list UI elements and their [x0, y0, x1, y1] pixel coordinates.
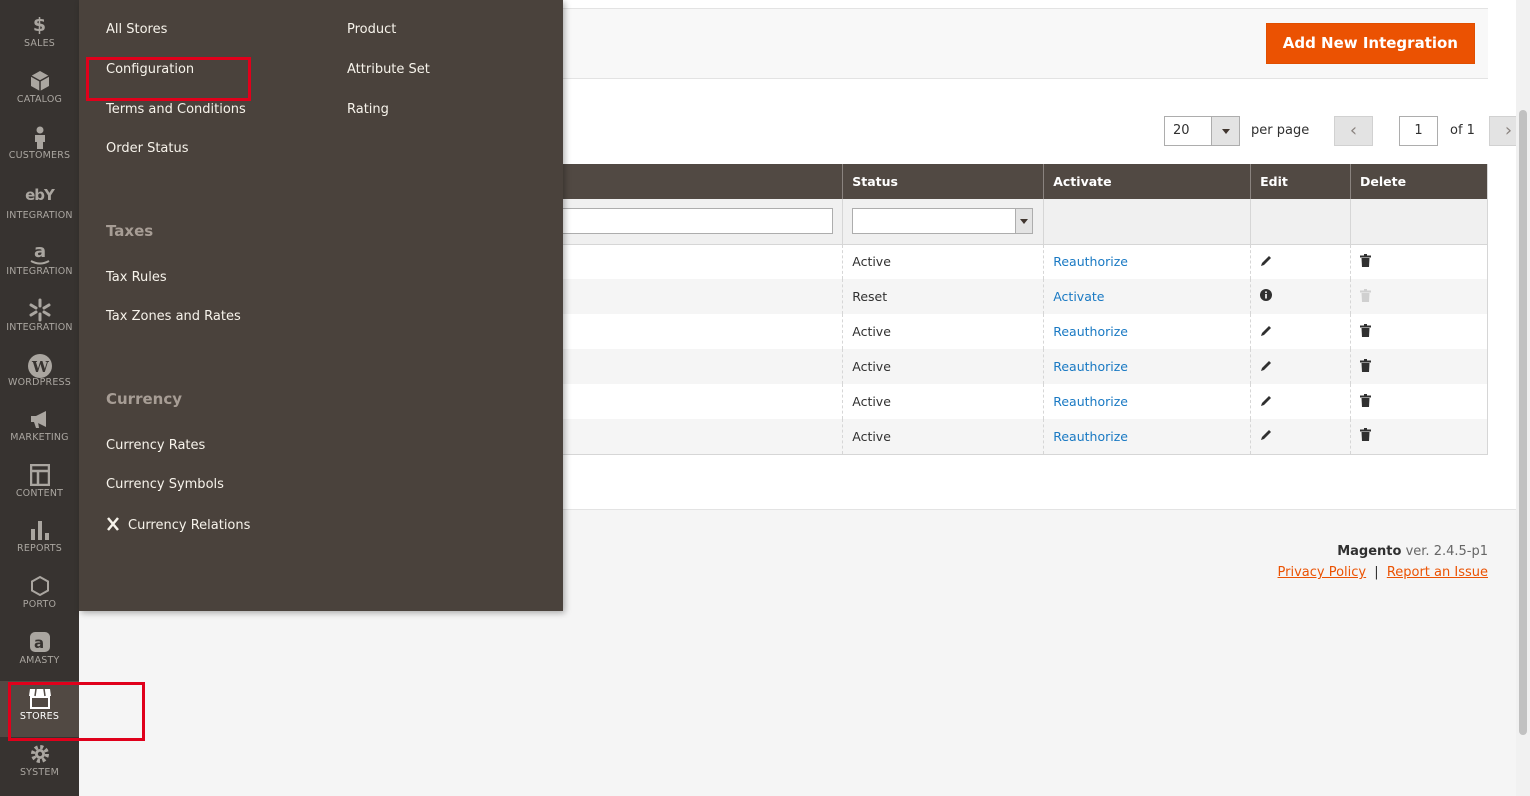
- taxes-heading: Taxes: [106, 222, 154, 240]
- status-cell: Reset: [842, 279, 1044, 314]
- nav-reports[interactable]: REPORTS: [0, 513, 79, 569]
- currency-heading: Currency: [106, 390, 183, 408]
- nav-system[interactable]: SYSTEM: [0, 737, 79, 793]
- dollar-icon: $: [32, 14, 47, 36]
- menu-tax-zones-and-rates[interactable]: Tax Zones and Rates: [106, 309, 241, 324]
- pencil-icon[interactable]: [1260, 359, 1273, 372]
- version-info: Magento ver. 2.4.5-p1: [1337, 544, 1488, 559]
- chevron-down-icon: [1211, 117, 1239, 145]
- page-scrollbar[interactable]: [1516, 0, 1530, 796]
- prev-page-button[interactable]: ‹: [1334, 116, 1373, 146]
- stores-highlight-box: [8, 682, 145, 741]
- trash-icon[interactable]: [1360, 358, 1372, 372]
- person-icon: [0, 120, 79, 150]
- svg-text:W: W: [31, 358, 50, 376]
- status-cell: Active: [842, 349, 1044, 384]
- nav-amazon-integration[interactable]: a INTEGRATION: [0, 236, 79, 292]
- amazon-icon: a: [0, 236, 79, 266]
- privacy-policy-link[interactable]: Privacy Policy: [1278, 565, 1367, 580]
- footer-links: Privacy Policy | Report an Issue: [1278, 565, 1488, 580]
- trash-icon: [1360, 288, 1372, 302]
- nav-customers[interactable]: CUSTOMERS: [0, 120, 79, 176]
- brand-name: Magento: [1337, 544, 1402, 559]
- per-page-label: per page: [1251, 123, 1310, 138]
- trash-icon[interactable]: [1360, 428, 1372, 442]
- nav-sales[interactable]: $ SALES: [0, 8, 79, 64]
- svg-text:a: a: [34, 634, 44, 652]
- footer-separator: |: [1374, 565, 1379, 580]
- gear-icon: [0, 737, 79, 767]
- pencil-icon[interactable]: [1260, 394, 1273, 407]
- walmart-spark-icon: [0, 292, 79, 322]
- info-icon[interactable]: [1260, 289, 1273, 301]
- status-cell: Active: [842, 419, 1044, 454]
- menu-product[interactable]: Product: [347, 22, 396, 37]
- status-cell: Active: [842, 384, 1044, 419]
- menu-currency-symbols[interactable]: Currency Symbols: [106, 477, 224, 492]
- status-column-header[interactable]: Status: [842, 164, 1044, 199]
- menu-terms-and-conditions[interactable]: Terms and Conditions: [106, 102, 246, 117]
- edit-column-header: Edit: [1250, 164, 1351, 199]
- svg-text:a: a: [34, 242, 46, 262]
- reauthorize-link[interactable]: Reauthorize: [1053, 324, 1128, 339]
- menu-currency-relations[interactable]: Currency Relations: [106, 517, 250, 533]
- trash-icon[interactable]: [1360, 393, 1372, 407]
- trash-icon[interactable]: [1360, 253, 1372, 267]
- scrollbar-thumb[interactable]: [1519, 110, 1527, 735]
- menu-all-stores[interactable]: All Stores: [106, 22, 167, 37]
- activate-column-header: Activate: [1043, 164, 1251, 199]
- nav-walmart-integration[interactable]: INTEGRATION: [0, 292, 79, 348]
- megaphone-icon: [0, 402, 79, 432]
- status-filter-select[interactable]: [852, 208, 1034, 235]
- menu-attribute-set[interactable]: Attribute Set: [347, 62, 430, 77]
- hexagon-icon: [0, 569, 79, 599]
- ebay-icon: ebY: [25, 186, 55, 204]
- reauthorize-link[interactable]: Reauthorize: [1053, 394, 1128, 409]
- nav-ebay-integration[interactable]: ebY INTEGRATION: [0, 180, 79, 236]
- report-issue-link[interactable]: Report an Issue: [1387, 565, 1488, 580]
- reauthorize-link[interactable]: Reauthorize: [1053, 254, 1128, 269]
- reauthorize-link[interactable]: Reauthorize: [1053, 429, 1128, 444]
- reauthorize-link[interactable]: Reauthorize: [1053, 359, 1128, 374]
- activate-link[interactable]: Activate: [1053, 289, 1104, 304]
- amasty-icon: a: [0, 625, 79, 655]
- menu-order-status[interactable]: Order Status: [106, 141, 189, 156]
- menu-currency-rates[interactable]: Currency Rates: [106, 438, 205, 453]
- menu-rating[interactable]: Rating: [347, 102, 389, 117]
- cube-icon: [0, 64, 79, 94]
- delete-column-header: Delete: [1350, 164, 1488, 199]
- nav-wordpress[interactable]: W WORDPRESS: [0, 347, 79, 403]
- status-cell: Active: [842, 244, 1044, 279]
- bar-chart-icon: [0, 513, 79, 543]
- status-cell: Active: [842, 314, 1044, 349]
- nav-catalog[interactable]: CATALOG: [0, 64, 79, 120]
- admin-sidebar: $ SALES CATALOG CUSTOMERS ebY INTEGRATIO…: [0, 0, 79, 796]
- x-brand-icon: [107, 517, 119, 531]
- pencil-icon[interactable]: [1260, 324, 1273, 337]
- configuration-highlight-box: [86, 57, 251, 101]
- nav-porto[interactable]: PORTO: [0, 569, 79, 625]
- per-page-select[interactable]: 20: [1164, 116, 1240, 146]
- version-text: ver. 2.4.5-p1: [1405, 544, 1488, 559]
- grid-pager: 20 per page ‹ 1 of 1 ›: [1164, 116, 1528, 146]
- nav-marketing[interactable]: MARKETING: [0, 402, 79, 458]
- trash-icon[interactable]: [1360, 323, 1372, 337]
- menu-tax-rules[interactable]: Tax Rules: [106, 270, 167, 285]
- nav-content[interactable]: CONTENT: [0, 458, 79, 514]
- total-pages-label: of 1: [1450, 123, 1475, 138]
- pencil-icon[interactable]: [1260, 254, 1273, 267]
- page-number-input[interactable]: 1: [1399, 116, 1438, 146]
- pencil-icon[interactable]: [1260, 428, 1273, 441]
- layout-icon: [0, 458, 79, 488]
- wordpress-icon: W: [0, 347, 79, 378]
- nav-amasty[interactable]: a AMASTY: [0, 625, 79, 681]
- add-new-integration-button[interactable]: Add New Integration: [1265, 23, 1475, 64]
